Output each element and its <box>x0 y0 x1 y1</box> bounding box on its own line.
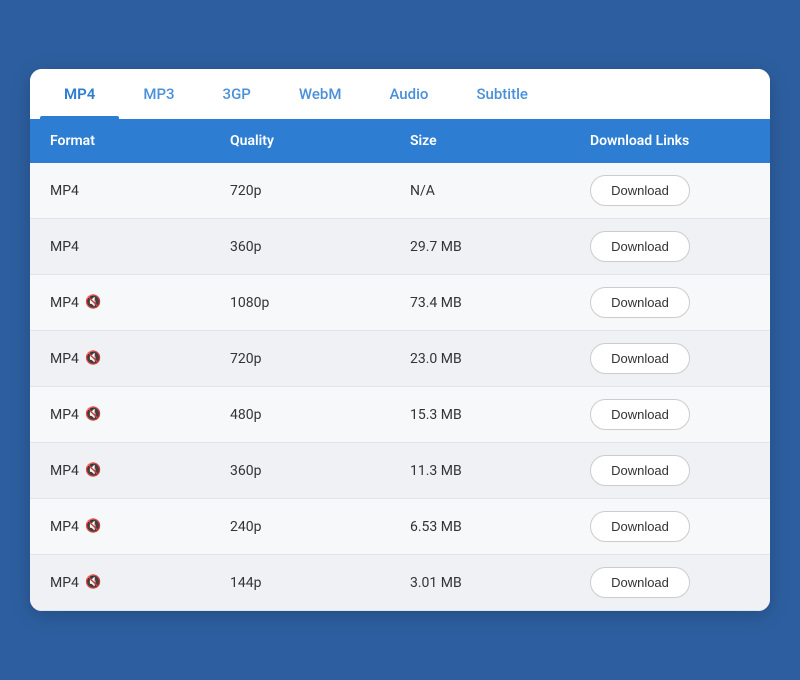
format-label: MP4 <box>50 519 79 535</box>
download-button[interactable]: Download <box>590 455 690 486</box>
table-body: MP4720pN/ADownloadMP4360p29.7 MBDownload… <box>30 163 770 611</box>
cell-quality: 720p <box>230 351 410 367</box>
mute-icon: 🔇 <box>85 407 101 422</box>
cell-quality: 240p <box>230 519 410 535</box>
cell-quality: 360p <box>230 239 410 255</box>
header-download: Download Links <box>590 129 750 153</box>
cell-download: Download <box>590 567 750 598</box>
cell-download: Download <box>590 287 750 318</box>
mute-icon: 🔇 <box>85 463 101 478</box>
format-label: MP4 <box>50 463 79 479</box>
table-row: MP4 🔇 360p11.3 MBDownload <box>30 443 770 499</box>
cell-download: Download <box>590 399 750 430</box>
cell-download: Download <box>590 231 750 262</box>
header-quality: Quality <box>230 129 410 153</box>
mute-icon: 🔇 <box>85 295 101 310</box>
tab-3gp[interactable]: 3GP <box>199 69 275 119</box>
header-format: Format <box>50 129 230 153</box>
table-header: Format Quality Size Download Links <box>30 119 770 163</box>
cell-quality: 144p <box>230 575 410 591</box>
download-button[interactable]: Download <box>590 175 690 206</box>
table-row: MP4 🔇 480p15.3 MBDownload <box>30 387 770 443</box>
cell-format: MP4 🔇 <box>50 463 230 479</box>
format-label: MP4 <box>50 407 79 423</box>
table-row: MP4 🔇 144p3.01 MBDownload <box>30 555 770 611</box>
cell-quality: 360p <box>230 463 410 479</box>
download-button[interactable]: Download <box>590 231 690 262</box>
tab-subtitle[interactable]: Subtitle <box>452 69 552 119</box>
cell-size: 23.0 MB <box>410 351 590 367</box>
table-row: MP4 360p29.7 MBDownload <box>30 219 770 275</box>
cell-download: Download <box>590 455 750 486</box>
cell-format: MP4 🔇 <box>50 295 230 311</box>
cell-size: 15.3 MB <box>410 407 590 423</box>
cell-format: MP4 <box>50 239 230 255</box>
cell-format: MP4 🔇 <box>50 575 230 591</box>
table-row: MP4 720pN/ADownload <box>30 163 770 219</box>
download-button[interactable]: Download <box>590 511 690 542</box>
table-row: MP4 🔇 240p6.53 MBDownload <box>30 499 770 555</box>
tab-webm[interactable]: WebM <box>275 69 366 119</box>
cell-size: 6.53 MB <box>410 519 590 535</box>
tab-bar: MP4MP33GPWebMAudioSubtitle <box>30 69 770 119</box>
download-button[interactable]: Download <box>590 567 690 598</box>
tab-audio[interactable]: Audio <box>365 69 452 119</box>
cell-size: 3.01 MB <box>410 575 590 591</box>
cell-size: 11.3 MB <box>410 463 590 479</box>
tab-mp4[interactable]: MP4 <box>40 69 119 119</box>
mute-icon: 🔇 <box>85 519 101 534</box>
cell-quality: 1080p <box>230 295 410 311</box>
cell-quality: 480p <box>230 407 410 423</box>
cell-download: Download <box>590 175 750 206</box>
cell-download: Download <box>590 343 750 374</box>
table-row: MP4 🔇 1080p73.4 MBDownload <box>30 275 770 331</box>
format-label: MP4 <box>50 183 79 199</box>
format-label: MP4 <box>50 575 79 591</box>
mute-icon: 🔇 <box>85 575 101 590</box>
main-card: MP4MP33GPWebMAudioSubtitle Format Qualit… <box>30 69 770 611</box>
cell-format: MP4 🔇 <box>50 407 230 423</box>
cell-size: N/A <box>410 183 590 199</box>
table-row: MP4 🔇 720p23.0 MBDownload <box>30 331 770 387</box>
cell-format: MP4 🔇 <box>50 519 230 535</box>
download-button[interactable]: Download <box>590 343 690 374</box>
cell-size: 73.4 MB <box>410 295 590 311</box>
format-label: MP4 <box>50 351 79 367</box>
format-label: MP4 <box>50 295 79 311</box>
cell-quality: 720p <box>230 183 410 199</box>
cell-download: Download <box>590 511 750 542</box>
table-wrapper: Format Quality Size Download Links MP4 72… <box>30 119 770 611</box>
cell-size: 29.7 MB <box>410 239 590 255</box>
download-button[interactable]: Download <box>590 287 690 318</box>
format-label: MP4 <box>50 239 79 255</box>
tab-mp3[interactable]: MP3 <box>119 69 198 119</box>
header-size: Size <box>410 129 590 153</box>
cell-format: MP4 🔇 <box>50 351 230 367</box>
mute-icon: 🔇 <box>85 351 101 366</box>
download-button[interactable]: Download <box>590 399 690 430</box>
cell-format: MP4 <box>50 183 230 199</box>
